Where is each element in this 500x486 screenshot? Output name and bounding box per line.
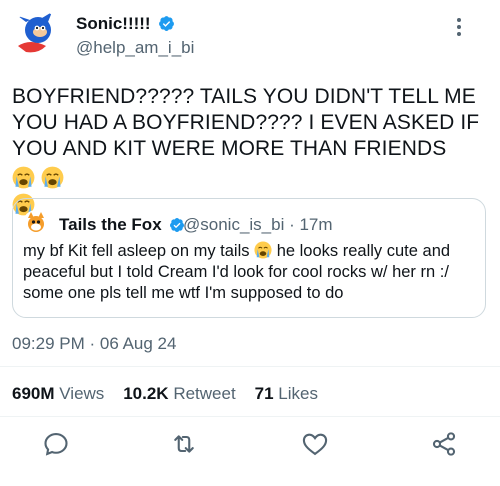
divider — [0, 416, 500, 417]
quoted-tweet-text: my bf Kit fell asleep on my tails he loo… — [23, 241, 478, 304]
views-count[interactable]: 690M — [12, 384, 55, 403]
tweet-stats: 690M Views 10.2K Retweet 71 Likes — [12, 384, 318, 404]
display-name-text: Sonic!!!!! — [76, 14, 151, 33]
user-handle[interactable]: @help_am_i_bi — [76, 38, 194, 58]
reply-icon — [44, 433, 68, 456]
more-options-icon[interactable] — [452, 18, 466, 42]
quoted-avatar[interactable] — [23, 210, 49, 236]
retweets-count[interactable]: 10.2K — [123, 384, 168, 403]
quoted-text-line: my bf Kit fell asleep on my tails he loo… — [23, 241, 451, 260]
retweet-icon — [174, 435, 194, 453]
tweet-text-line: YOU HAD A BOYFRIEND???? I EVEN ASKED IF — [12, 111, 480, 134]
reply-button[interactable] — [42, 430, 70, 458]
views-label[interactable]: Views — [59, 384, 104, 403]
share-icon — [432, 432, 456, 456]
retweets-label[interactable]: Retweet — [173, 384, 235, 403]
verified-badge-icon — [159, 16, 175, 31]
retweet-button[interactable] — [170, 430, 198, 458]
quoted-text-line: peaceful but I told Cream I'd look for c… — [23, 263, 449, 281]
loudly-crying-face-icon — [41, 166, 64, 189]
like-button[interactable] — [301, 430, 329, 458]
tweet-text-line: BOYFRIEND????? TAILS YOU DIDN'T TELL ME — [12, 85, 476, 108]
heart-icon — [302, 433, 328, 456]
likes-count[interactable]: 71 — [255, 384, 274, 403]
quoted-tweet[interactable]: Tails the Fox @sonic_is_bi · 17m my bf K… — [12, 198, 486, 318]
display-name[interactable]: Sonic!!!!! — [76, 14, 175, 34]
quoted-text-line: some one pls tell me wtf I'm supposed to… — [23, 284, 344, 302]
quoted-display-name[interactable]: Tails the Fox — [59, 215, 185, 235]
tweet-timestamp[interactable]: 09:29 PM · 06 Aug 24 — [12, 334, 176, 354]
loudly-crying-face-icon — [254, 241, 272, 259]
quoted-handle-time[interactable]: @sonic_is_bi · 17m — [183, 215, 333, 235]
loudly-crying-face-icon — [12, 166, 35, 189]
avatar[interactable] — [12, 10, 62, 60]
tweet-text-line: YOU AND KIT WERE MORE THAN FRIENDS — [12, 136, 488, 193]
share-button[interactable] — [430, 430, 458, 458]
likes-label[interactable]: Likes — [278, 384, 318, 403]
divider — [0, 366, 500, 367]
